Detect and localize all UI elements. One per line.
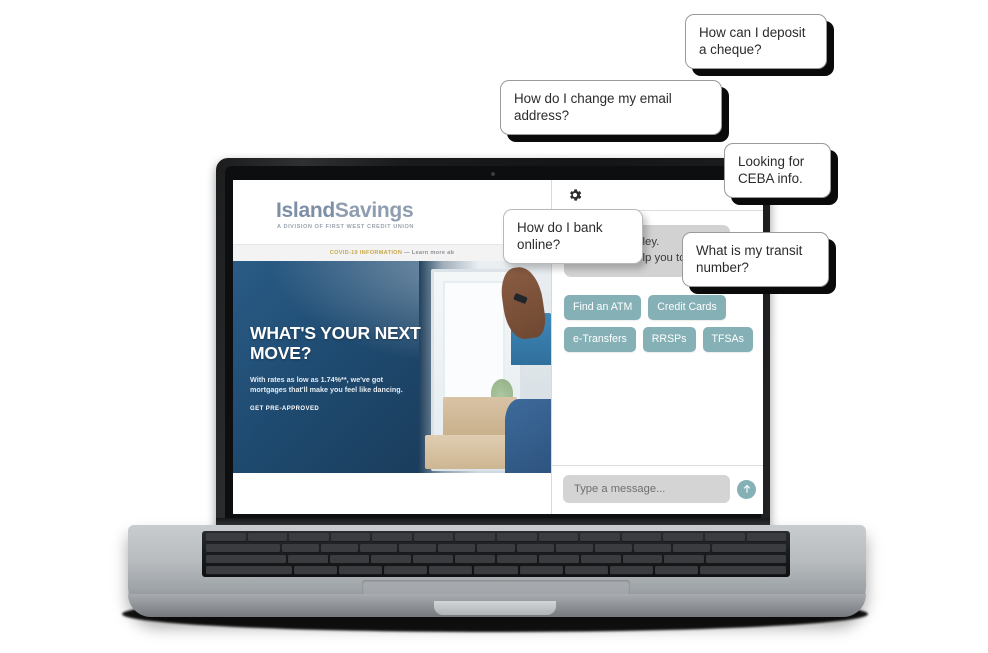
covid-label: COVID-19 INFORMATION <box>329 250 403 256</box>
webcam-icon <box>491 172 495 176</box>
hero-subtext: With rates as low as 1.74%**, we've got … <box>250 375 403 394</box>
photo-person-jeans <box>505 399 551 473</box>
quick-reply-e-transfers[interactable]: e-Transfers <box>564 327 636 352</box>
scene: IslandSavings A DIVISION OF FIRST WEST C… <box>0 0 988 653</box>
floating-question-ceba-info[interactable]: Looking for CEBA info. <box>724 143 831 198</box>
covid-dash: — <box>402 250 412 256</box>
message-input[interactable] <box>563 475 730 503</box>
quick-reply-list: Find an ATM Credit Cards e-Transfers RRS… <box>564 295 754 352</box>
laptop-screen: IslandSavings A DIVISION OF FIRST WEST C… <box>233 180 763 514</box>
quick-reply-find-an-atm[interactable]: Find an ATM <box>564 295 642 320</box>
laptop-keyboard <box>202 531 790 577</box>
quick-reply-credit-cards[interactable]: Credit Cards <box>648 295 726 320</box>
laptop-front-notch <box>434 601 556 615</box>
logo-part-island: Island <box>276 199 335 222</box>
hero-headline: WHAT'S YOUR NEXT MOVE? <box>250 323 421 363</box>
site-logo[interactable]: IslandSavings <box>276 199 414 223</box>
floating-question-deposit-cheque[interactable]: How can I deposit a cheque? <box>685 14 827 69</box>
logo-tagline: A DIVISION OF FIRST WEST CREDIT UNION <box>277 224 414 230</box>
photo-box-lower <box>425 435 511 469</box>
hero-cta-link[interactable]: GET PRE-APPROVED <box>250 406 430 412</box>
covid-link[interactable]: Learn more ab <box>412 250 454 256</box>
quick-reply-tfsas[interactable]: TFSAs <box>702 327 753 352</box>
quick-reply-rrsps[interactable]: RRSPs <box>642 327 696 352</box>
hero-copy: WHAT'S YOUR NEXT MOVE? With rates as low… <box>250 323 430 412</box>
covid-banner-text: COVID-19 INFORMATION — Learn more ab <box>330 250 454 256</box>
site-footer-area <box>233 473 551 514</box>
send-button[interactable] <box>737 479 756 499</box>
floating-question-change-email[interactable]: How do I change my email address? <box>500 80 722 135</box>
floating-question-transit-number[interactable]: What is my transit number? <box>682 232 829 287</box>
laptop-mockup: IslandSavings A DIVISION OF FIRST WEST C… <box>0 0 988 653</box>
hero-banner: WHAT'S YOUR NEXT MOVE? With rates as low… <box>233 261 551 473</box>
floating-question-bank-online[interactable]: How do I bank online? <box>503 209 643 264</box>
logo-part-savings: Savings <box>334 199 414 222</box>
chat-footer <box>552 465 763 514</box>
hero-photo-moving-boxes <box>419 261 551 473</box>
gear-icon[interactable] <box>567 187 583 203</box>
